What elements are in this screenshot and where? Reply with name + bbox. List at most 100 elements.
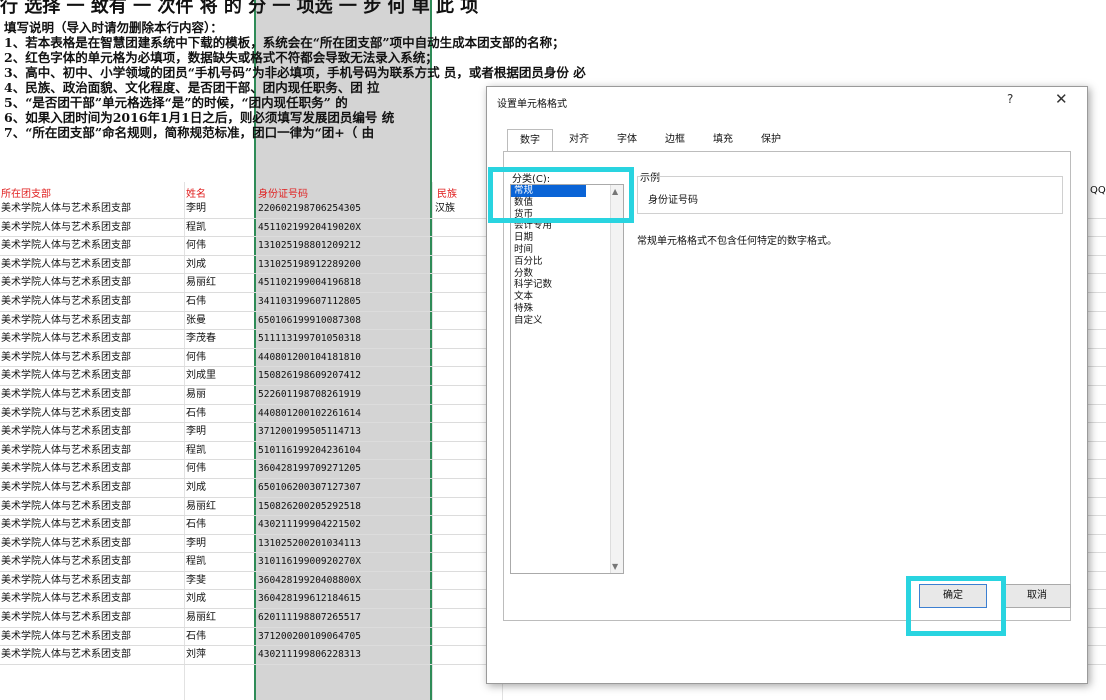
- cell-id[interactable]: 150826198609207412: [258, 367, 361, 384]
- cell-id[interactable]: 371200199505114713: [258, 423, 361, 440]
- tab-alignment[interactable]: 对齐: [559, 129, 599, 151]
- cell-id[interactable]: 131025198912289200: [258, 256, 361, 273]
- cell-name[interactable]: 何伟: [186, 237, 206, 254]
- cell-id[interactable]: 451102199004196818: [258, 274, 361, 291]
- close-button[interactable]: ✕: [1055, 90, 1068, 108]
- cell-branch[interactable]: 美术学院人体与艺术系团支部: [1, 219, 131, 236]
- cell-id[interactable]: 131025198801209212: [258, 237, 361, 254]
- category-scrollbar[interactable]: ▲ ▼: [610, 185, 623, 573]
- cell-branch[interactable]: 美术学院人体与艺术系团支部: [1, 479, 131, 496]
- cell-id[interactable]: 150826200205292518: [258, 498, 361, 515]
- cell-name[interactable]: 程凯: [186, 219, 206, 236]
- category-item[interactable]: 特殊: [511, 303, 623, 315]
- cell-branch[interactable]: 美术学院人体与艺术系团支部: [1, 274, 131, 291]
- cell-name[interactable]: 李明: [186, 423, 206, 440]
- cell-name[interactable]: 石伟: [186, 516, 206, 533]
- category-item[interactable]: 文本: [511, 291, 623, 303]
- cell-id[interactable]: 650106200307127307: [258, 479, 361, 496]
- tab-font[interactable]: 字体: [607, 129, 647, 151]
- cell-id[interactable]: 522601198708261919: [258, 386, 361, 403]
- cell-branch[interactable]: 美术学院人体与艺术系团支部: [1, 367, 131, 384]
- cell-branch[interactable]: 美术学院人体与艺术系团支部: [1, 646, 131, 663]
- cell-branch[interactable]: 美术学院人体与艺术系团支部: [1, 423, 131, 440]
- cell-id[interactable]: 650106199910087308: [258, 312, 361, 329]
- category-item[interactable]: 科学记数: [511, 279, 623, 291]
- cell-name[interactable]: 李明: [186, 200, 206, 217]
- cell-id[interactable]: 371200200109064705: [258, 628, 361, 645]
- cell-name[interactable]: 张曼: [186, 312, 206, 329]
- category-item[interactable]: 百分比: [511, 256, 623, 268]
- cell-branch[interactable]: 美术学院人体与艺术系团支部: [1, 312, 131, 329]
- cell-id[interactable]: 511113199701050318: [258, 330, 361, 347]
- cell-id[interactable]: 36042819920408800X: [258, 572, 361, 589]
- cell-name[interactable]: 石伟: [186, 628, 206, 645]
- cell-name[interactable]: 石伟: [186, 405, 206, 422]
- category-item[interactable]: 时间: [511, 244, 623, 256]
- cell-id[interactable]: 510116199204236104: [258, 442, 361, 459]
- cell-branch[interactable]: 美术学院人体与艺术系团支部: [1, 293, 131, 310]
- category-item[interactable]: 分数: [511, 268, 623, 280]
- tab-protection[interactable]: 保护: [751, 129, 791, 151]
- cell-branch[interactable]: 美术学院人体与艺术系团支部: [1, 330, 131, 347]
- cell-name[interactable]: 刘萍: [186, 646, 206, 663]
- tab-border[interactable]: 边框: [655, 129, 695, 151]
- cell-id[interactable]: 430211199904221502: [258, 516, 361, 533]
- cell-ethnicity[interactable]: 汉族: [435, 200, 455, 217]
- cell-id[interactable]: 620111198807265517: [258, 609, 361, 626]
- cell-name[interactable]: 程凯: [186, 442, 206, 459]
- help-button[interactable]: ?: [1007, 92, 1013, 106]
- cell-branch[interactable]: 美术学院人体与艺术系团支部: [1, 572, 131, 589]
- cell-name[interactable]: 何伟: [186, 349, 206, 366]
- cell-id[interactable]: 440801200104181810: [258, 349, 361, 366]
- cell-name[interactable]: 李斐: [186, 572, 206, 589]
- cell-id[interactable]: 220602198706254305: [258, 200, 361, 217]
- cell-branch[interactable]: 美术学院人体与艺术系团支部: [1, 460, 131, 477]
- cell-branch[interactable]: 美术学院人体与艺术系团支部: [1, 256, 131, 273]
- cell-id[interactable]: 440801200102261614: [258, 405, 361, 422]
- cell-name[interactable]: 李明: [186, 535, 206, 552]
- cell-name[interactable]: 刘成: [186, 479, 206, 496]
- category-listbox[interactable]: 常规 数值 货币 会计专用 日期 时间 百分比 分数 科学记数 文本 特殊 自定义 ▲ ▼: [510, 184, 624, 574]
- header-ethnicity[interactable]: 民族: [437, 185, 457, 200]
- tab-number[interactable]: 数字: [507, 129, 553, 152]
- cell-branch[interactable]: 美术学院人体与艺术系团支部: [1, 200, 131, 217]
- cell-branch[interactable]: 美术学院人体与艺术系团支部: [1, 553, 131, 570]
- cell-id[interactable]: 360428199612184615: [258, 590, 361, 607]
- cell-id[interactable]: 131025200201034113: [258, 535, 361, 552]
- cell-name[interactable]: 刘成里: [186, 367, 216, 384]
- cell-name[interactable]: 易丽红: [186, 609, 216, 626]
- header-name[interactable]: 姓名: [186, 185, 206, 200]
- header-qq[interactable]: QQ: [1090, 185, 1106, 196]
- cell-id[interactable]: 430211199806228313: [258, 646, 361, 663]
- cell-id[interactable]: 31011619900920270X: [258, 553, 361, 570]
- dialog-titlebar[interactable]: 设置单元格格式 ? ✕: [487, 87, 1087, 115]
- cell-name[interactable]: 李茂春: [186, 330, 216, 347]
- cell-name[interactable]: 程凯: [186, 553, 206, 570]
- cell-name[interactable]: 石伟: [186, 293, 206, 310]
- cell-branch[interactable]: 美术学院人体与艺术系团支部: [1, 442, 131, 459]
- cell-name[interactable]: 易丽红: [186, 498, 216, 515]
- cell-name[interactable]: 刘成: [186, 590, 206, 607]
- scroll-down-icon[interactable]: ▼: [612, 562, 618, 571]
- cell-branch[interactable]: 美术学院人体与艺术系团支部: [1, 590, 131, 607]
- cell-branch[interactable]: 美术学院人体与艺术系团支部: [1, 628, 131, 645]
- cell-id[interactable]: 45110219920419020X: [258, 219, 361, 236]
- cell-id[interactable]: 360428199709271205: [258, 460, 361, 477]
- cell-branch[interactable]: 美术学院人体与艺术系团支部: [1, 498, 131, 515]
- category-item[interactable]: 自定义: [511, 315, 623, 327]
- cell-name[interactable]: 何伟: [186, 460, 206, 477]
- cell-name[interactable]: 易丽: [186, 386, 206, 403]
- header-id[interactable]: 身份证号码: [258, 185, 308, 200]
- cell-branch[interactable]: 美术学院人体与艺术系团支部: [1, 349, 131, 366]
- cell-name[interactable]: 刘成: [186, 256, 206, 273]
- cell-branch[interactable]: 美术学院人体与艺术系团支部: [1, 237, 131, 254]
- cell-id[interactable]: 341103199607112805: [258, 293, 361, 310]
- cell-branch[interactable]: 美术学院人体与艺术系团支部: [1, 405, 131, 422]
- tab-fill[interactable]: 填充: [703, 129, 743, 151]
- cell-branch[interactable]: 美术学院人体与艺术系团支部: [1, 535, 131, 552]
- cell-branch[interactable]: 美术学院人体与艺术系团支部: [1, 516, 131, 533]
- cell-branch[interactable]: 美术学院人体与艺术系团支部: [1, 609, 131, 626]
- header-branch[interactable]: 所在团支部: [1, 185, 51, 200]
- cell-branch[interactable]: 美术学院人体与艺术系团支部: [1, 386, 131, 403]
- cell-name[interactable]: 易丽红: [186, 274, 216, 291]
